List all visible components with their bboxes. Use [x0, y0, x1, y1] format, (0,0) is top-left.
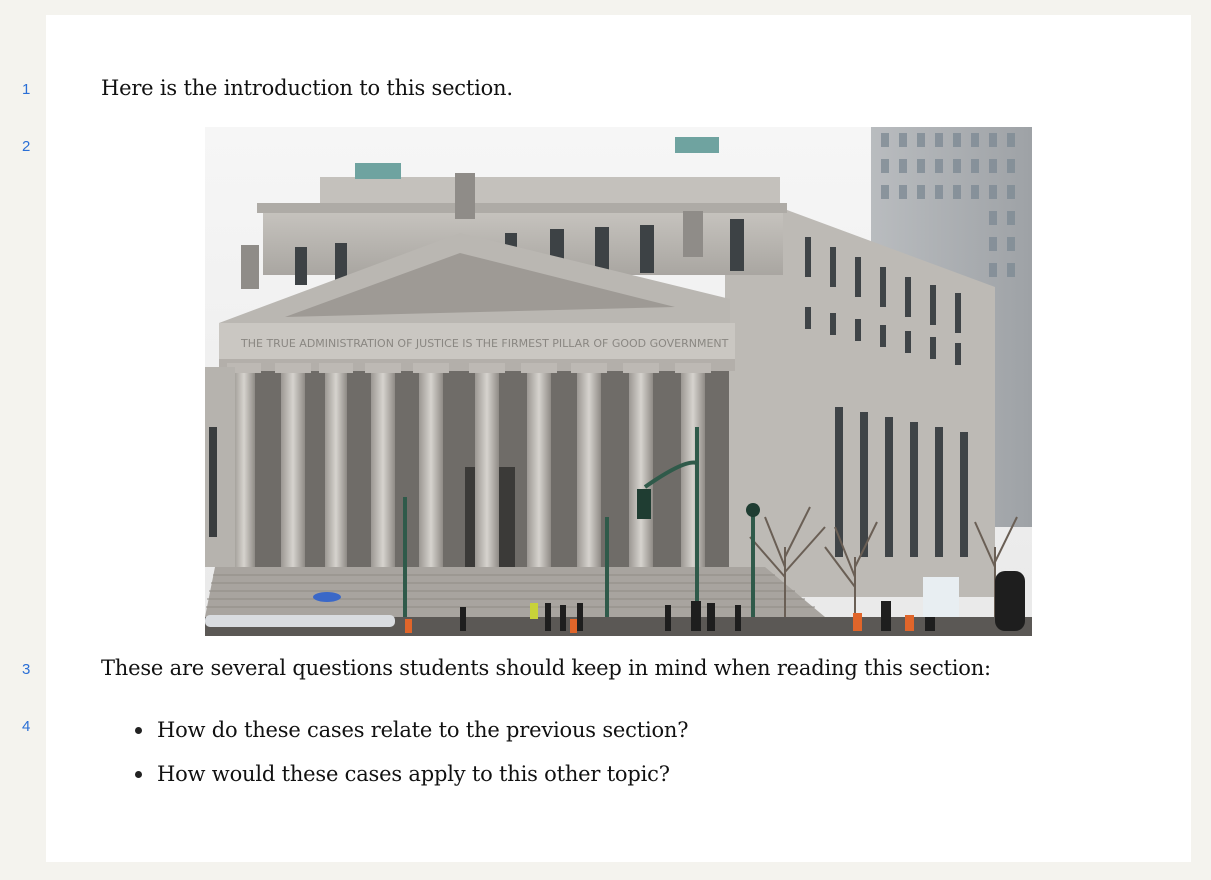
questions-lead-paragraph: These are several questions students sho…	[101, 656, 991, 680]
questions-list: How do these cases relate to the previou…	[101, 708, 689, 796]
line-number[interactable]: 1	[22, 81, 42, 98]
line-number[interactable]: 3	[22, 661, 42, 678]
courthouse-image: THE TRUE ADMINISTRATION OF JUSTICE IS TH…	[205, 127, 1032, 636]
line-number[interactable]: 4	[22, 718, 42, 735]
intro-paragraph: Here is the introduction to this section…	[101, 76, 513, 100]
list-item: How do these cases relate to the previou…	[134, 708, 689, 752]
line-number[interactable]: 2	[22, 138, 42, 155]
frieze-inscription: THE TRUE ADMINISTRATION OF JUSTICE IS TH…	[240, 337, 729, 350]
list-item: How would these cases apply to this othe…	[134, 752, 688, 796]
